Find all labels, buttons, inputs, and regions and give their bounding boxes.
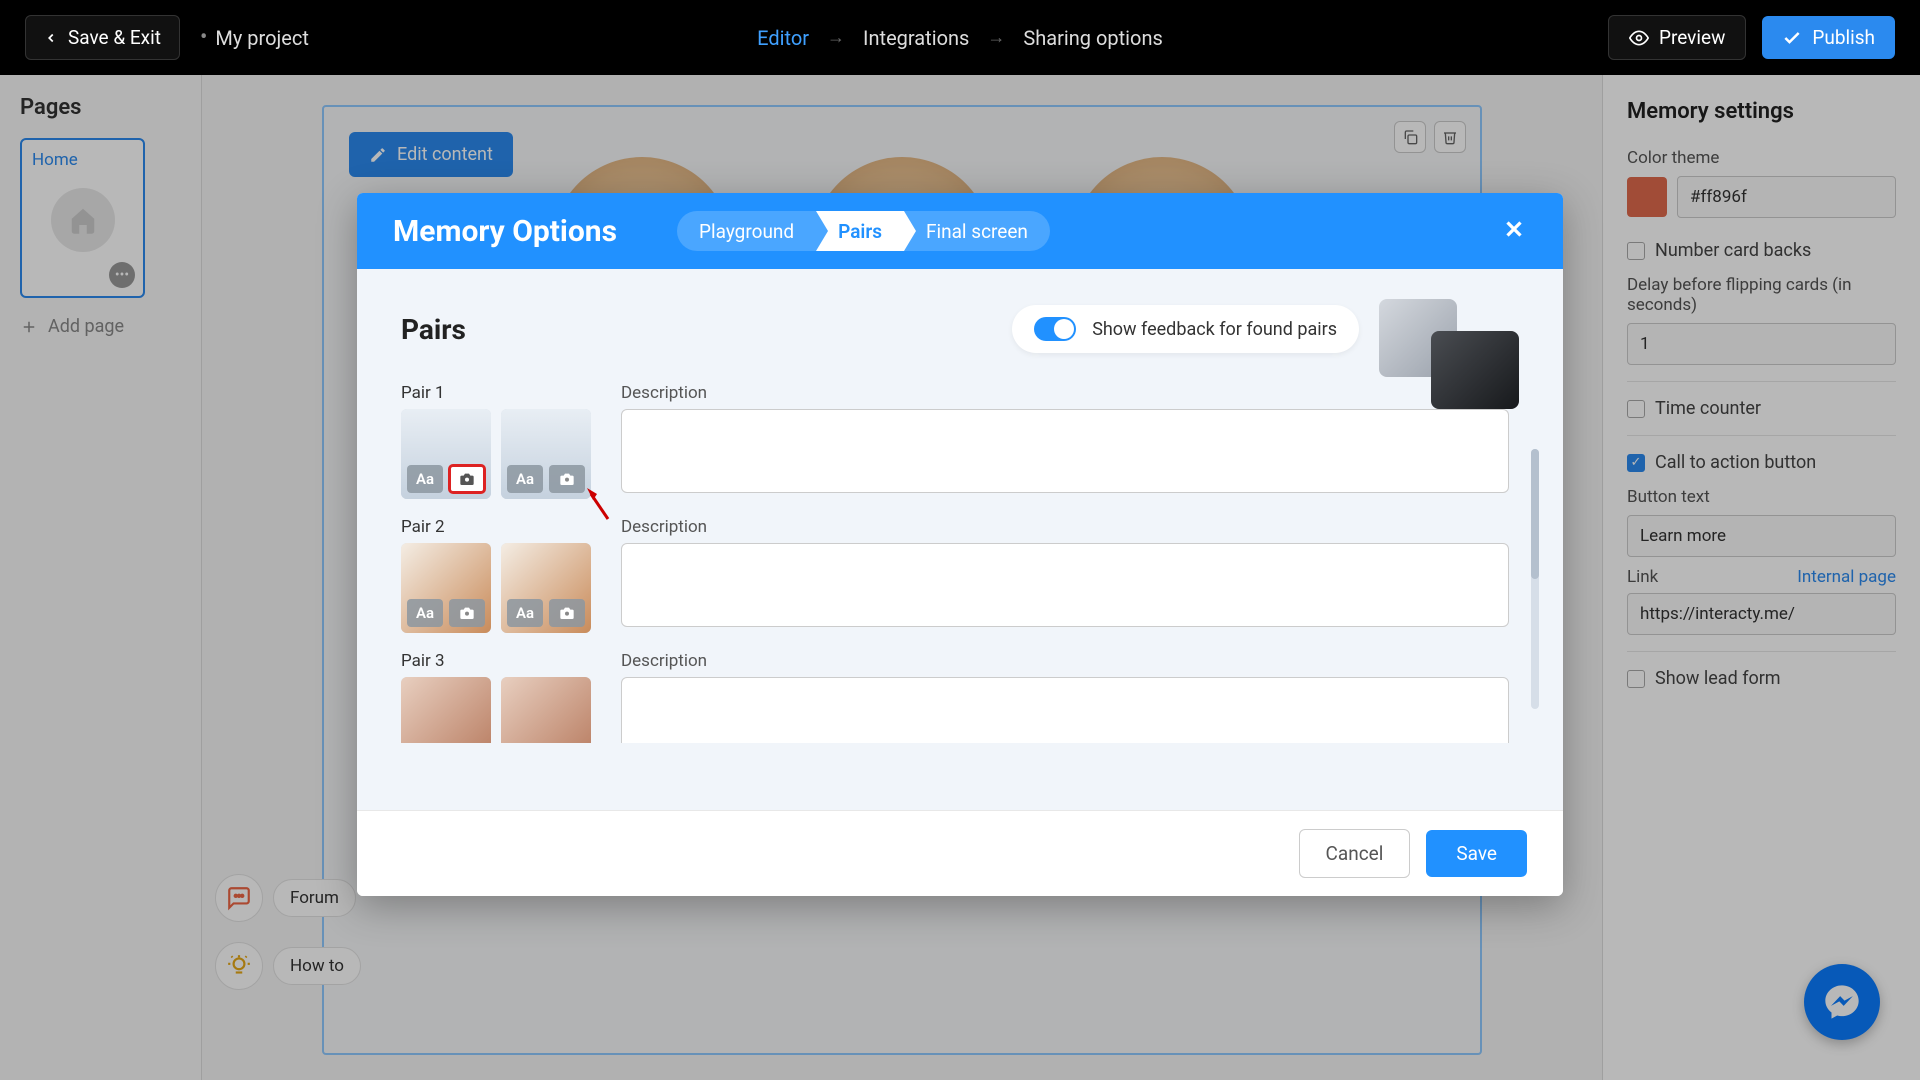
description-label: Description <box>621 651 1509 671</box>
feedback-label: Show feedback for found pairs <box>1092 319 1337 340</box>
pair-thumbs: Aa Aa <box>401 409 601 499</box>
modal-footer: Cancel Save <box>357 810 1563 896</box>
tab-pairs[interactable]: Pairs <box>816 211 904 251</box>
camera-icon <box>459 471 475 487</box>
pairs-list[interactable]: Pair 1 Aa <box>401 383 1519 743</box>
topbar-left: Save & Exit My project <box>25 15 309 60</box>
thumb-image <box>401 677 491 743</box>
image-tool-button[interactable] <box>549 465 585 493</box>
text-tool-button[interactable]: Aa <box>507 599 543 627</box>
chevron-left-icon <box>44 31 58 45</box>
pair-preview-thumbnails <box>1379 299 1519 409</box>
tab-playground[interactable]: Playground <box>677 211 816 251</box>
arrow-right-icon: → <box>987 27 1005 48</box>
description-input[interactable] <box>621 677 1509 743</box>
pair-thumbs <box>401 677 601 743</box>
modal-title: Memory Options <box>393 214 617 249</box>
topbar-nav: Editor → Integrations → Sharing options <box>757 26 1163 50</box>
modal-header: Memory Options Playground Pairs Final sc… <box>357 193 1563 269</box>
pair-row: Pair 2 Aa <box>401 517 1509 633</box>
pair-left: Pair 2 Aa <box>401 517 601 633</box>
arrow-right-icon: → <box>827 27 845 48</box>
pair-description-col: Description <box>621 651 1509 743</box>
publish-label: Publish <box>1812 26 1875 49</box>
pair-card-thumb[interactable]: Aa <box>501 543 591 633</box>
pair-row: Pair 1 Aa <box>401 383 1509 499</box>
topbar-actions: Preview Publish <box>1608 15 1895 60</box>
pair-card-thumb[interactable] <box>501 677 591 743</box>
nav-integrations[interactable]: Integrations <box>863 26 969 50</box>
save-exit-button[interactable]: Save & Exit <box>25 15 180 60</box>
pair-thumbs: Aa Aa <box>401 543 601 633</box>
pair-card-thumb[interactable]: Aa <box>401 543 491 633</box>
check-icon <box>1782 28 1802 48</box>
modal-tabs: Playground Pairs Final screen <box>677 211 1050 251</box>
pair-left: Pair 1 Aa <box>401 383 601 499</box>
image-tool-button[interactable] <box>549 599 585 627</box>
camera-icon <box>459 605 475 621</box>
modal-body: Pairs Show feedback for found pairs Pair… <box>357 269 1563 810</box>
thumb-tools: Aa <box>407 465 485 493</box>
description-label: Description <box>621 517 1509 537</box>
project-name-text: My project <box>215 26 309 50</box>
pair-label: Pair 1 <box>401 383 601 403</box>
save-exit-label: Save & Exit <box>68 26 161 49</box>
eye-icon <box>1629 28 1649 48</box>
image-tool-button[interactable] <box>449 599 485 627</box>
text-tool-button[interactable]: Aa <box>407 599 443 627</box>
camera-icon <box>559 471 575 487</box>
description-input[interactable] <box>621 543 1509 627</box>
preview-button[interactable]: Preview <box>1608 15 1746 60</box>
modal-close-button[interactable] <box>1501 216 1527 246</box>
pair-label: Pair 2 <box>401 517 601 537</box>
save-button[interactable]: Save <box>1426 830 1527 877</box>
publish-button[interactable]: Publish <box>1762 16 1895 59</box>
pair-card-thumb[interactable]: Aa <box>501 409 591 499</box>
pair-description-col: Description <box>621 383 1509 499</box>
feedback-toggle[interactable] <box>1034 317 1076 341</box>
scrollbar[interactable] <box>1531 449 1539 709</box>
text-tool-button[interactable]: Aa <box>407 465 443 493</box>
modal-body-header: Pairs Show feedback for found pairs <box>401 305 1519 353</box>
thumb-image <box>501 677 591 743</box>
description-input[interactable] <box>621 409 1509 493</box>
cancel-button[interactable]: Cancel <box>1299 829 1411 878</box>
tab-final-screen[interactable]: Final screen <box>904 211 1050 251</box>
pair-card-thumb[interactable] <box>401 677 491 743</box>
memory-options-modal: Memory Options Playground Pairs Final sc… <box>357 193 1563 896</box>
thumb-tools: Aa <box>507 465 585 493</box>
preview-thumb-2 <box>1431 331 1519 409</box>
pair-card-thumb[interactable]: Aa <box>401 409 491 499</box>
pair-label: Pair 3 <box>401 651 601 671</box>
description-label: Description <box>621 383 1509 403</box>
pairs-section-title: Pairs <box>401 313 466 346</box>
project-name[interactable]: My project <box>200 25 309 50</box>
close-icon <box>1501 216 1527 242</box>
thumb-tools: Aa <box>507 599 585 627</box>
nav-sharing[interactable]: Sharing options <box>1023 26 1162 50</box>
thumb-tools: Aa <box>407 599 485 627</box>
camera-icon <box>559 605 575 621</box>
scrollbar-thumb[interactable] <box>1531 449 1539 579</box>
image-tool-button[interactable] <box>449 465 485 493</box>
feedback-toggle-box: Show feedback for found pairs <box>1012 305 1359 353</box>
preview-label: Preview <box>1659 26 1725 49</box>
topbar: Save & Exit My project Editor → Integrat… <box>0 0 1920 75</box>
pair-description-col: Description <box>621 517 1509 633</box>
text-tool-button[interactable]: Aa <box>507 465 543 493</box>
pair-left: Pair 3 <box>401 651 601 743</box>
pair-row: Pair 3 Description <box>401 651 1509 743</box>
nav-editor[interactable]: Editor <box>757 26 809 50</box>
